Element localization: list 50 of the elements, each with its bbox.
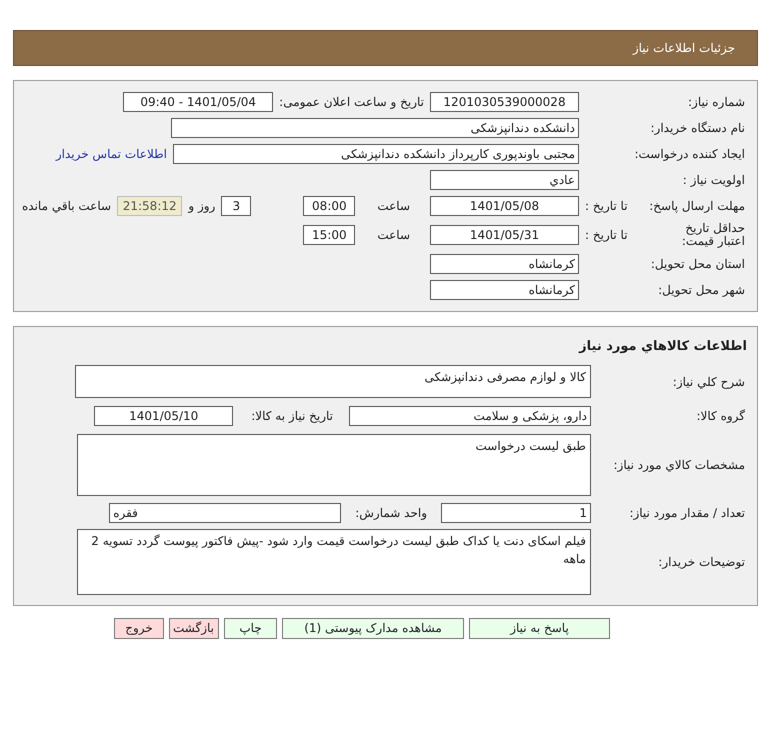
quantity-field: 1 [441,502,591,522]
date-field: 1401/05/08 [430,196,579,216]
remaining-time: 21:58:12 [117,196,182,216]
action-button[interactable]: بازگشت [169,618,219,638]
need-date-field: 1401/05/10 [94,406,234,426]
section-title: اطلاعات کالاهاي مورد نياز [578,338,747,356]
contact-link[interactable]: اطلاعات تماس خریدار [56,145,167,163]
action-button[interactable]: چاپ [224,618,277,638]
field-label: تا تاریخ : [585,227,628,244]
time-field: 15:00 [303,225,356,245]
notes-field: فیلم اسکای دنت یا کداک طبق لیست درخواست قیمت وارد شود -پیش فاکتور پیوست گردد تسویه 2 ماهه [77,528,591,594]
field-label: حداقل تاریخ اعتبار قیمت: [680,222,745,248]
field-label: واحد شمارش: [355,504,427,522]
field-label: تاریخ و ساعت اعلان عمومی: [279,94,424,111]
field-label: شرح کلي نياز: [672,374,746,390]
days-field: 3 [221,196,252,216]
field-label: استان محل تحویل: [650,256,746,273]
field-label: تعداد / مقدار مورد نیاز: [628,504,746,522]
field-label: تا تاریخ : [585,198,628,215]
header-title: جزئیات اطلاعات نیاز [632,40,735,57]
date-field: 1401/05/31 [430,225,579,245]
field-label: توضیحات خریدار: [657,554,746,570]
field-label: ساعت [377,198,410,215]
field-label: ایجاد کننده درخواست: [633,146,746,163]
field-label: گروه کالا: [696,408,746,424]
field-label: اولویت نیاز : [682,172,746,189]
specs-field: طبق لیست درخواست [77,434,591,496]
description-field: کالا و لوازم مصرفی دندانپزشکی [75,365,591,398]
unit-field: فقره [109,502,342,522]
action-button[interactable]: پاسخ به نیاز [469,618,610,638]
field-label: ساعت [377,227,410,244]
buyer-field: دانشکده دندانپزشکی [171,118,579,138]
priority-field: عادي [430,170,579,190]
creator-field: مجتبی باوندپوری کارپرداز دانشکده دندانپزشکی [173,144,579,164]
province-field: کرمانشاه [430,254,579,274]
field-label: شماره نیاز: [687,94,746,111]
category-field: دارو، پزشکی و سلامت [349,406,591,426]
announce-date-field: 1401/05/04 - 09:40 [123,92,274,112]
need-number-field: 1201030539000028 [430,92,579,112]
city-field: کرمانشاه [430,280,579,300]
action-button[interactable]: خروج [114,618,164,638]
field-label: شهر محل تحویل: [657,282,746,299]
action-button[interactable]: مشاهده مدارک پیوستی (1) [282,618,464,638]
field-label: مشخصات کالاي مورد نياز: [612,456,746,474]
time-field: 08:00 [303,196,356,216]
field-label: نام دستگاه خریدار: [650,120,746,137]
field-label: ساعت باقي مانده [22,198,112,215]
field-label: مهلت ارسال پاسخ: [649,198,745,215]
field-label: تاریخ نیاز به کالا: [251,408,333,424]
field-label: روز و [188,198,216,215]
